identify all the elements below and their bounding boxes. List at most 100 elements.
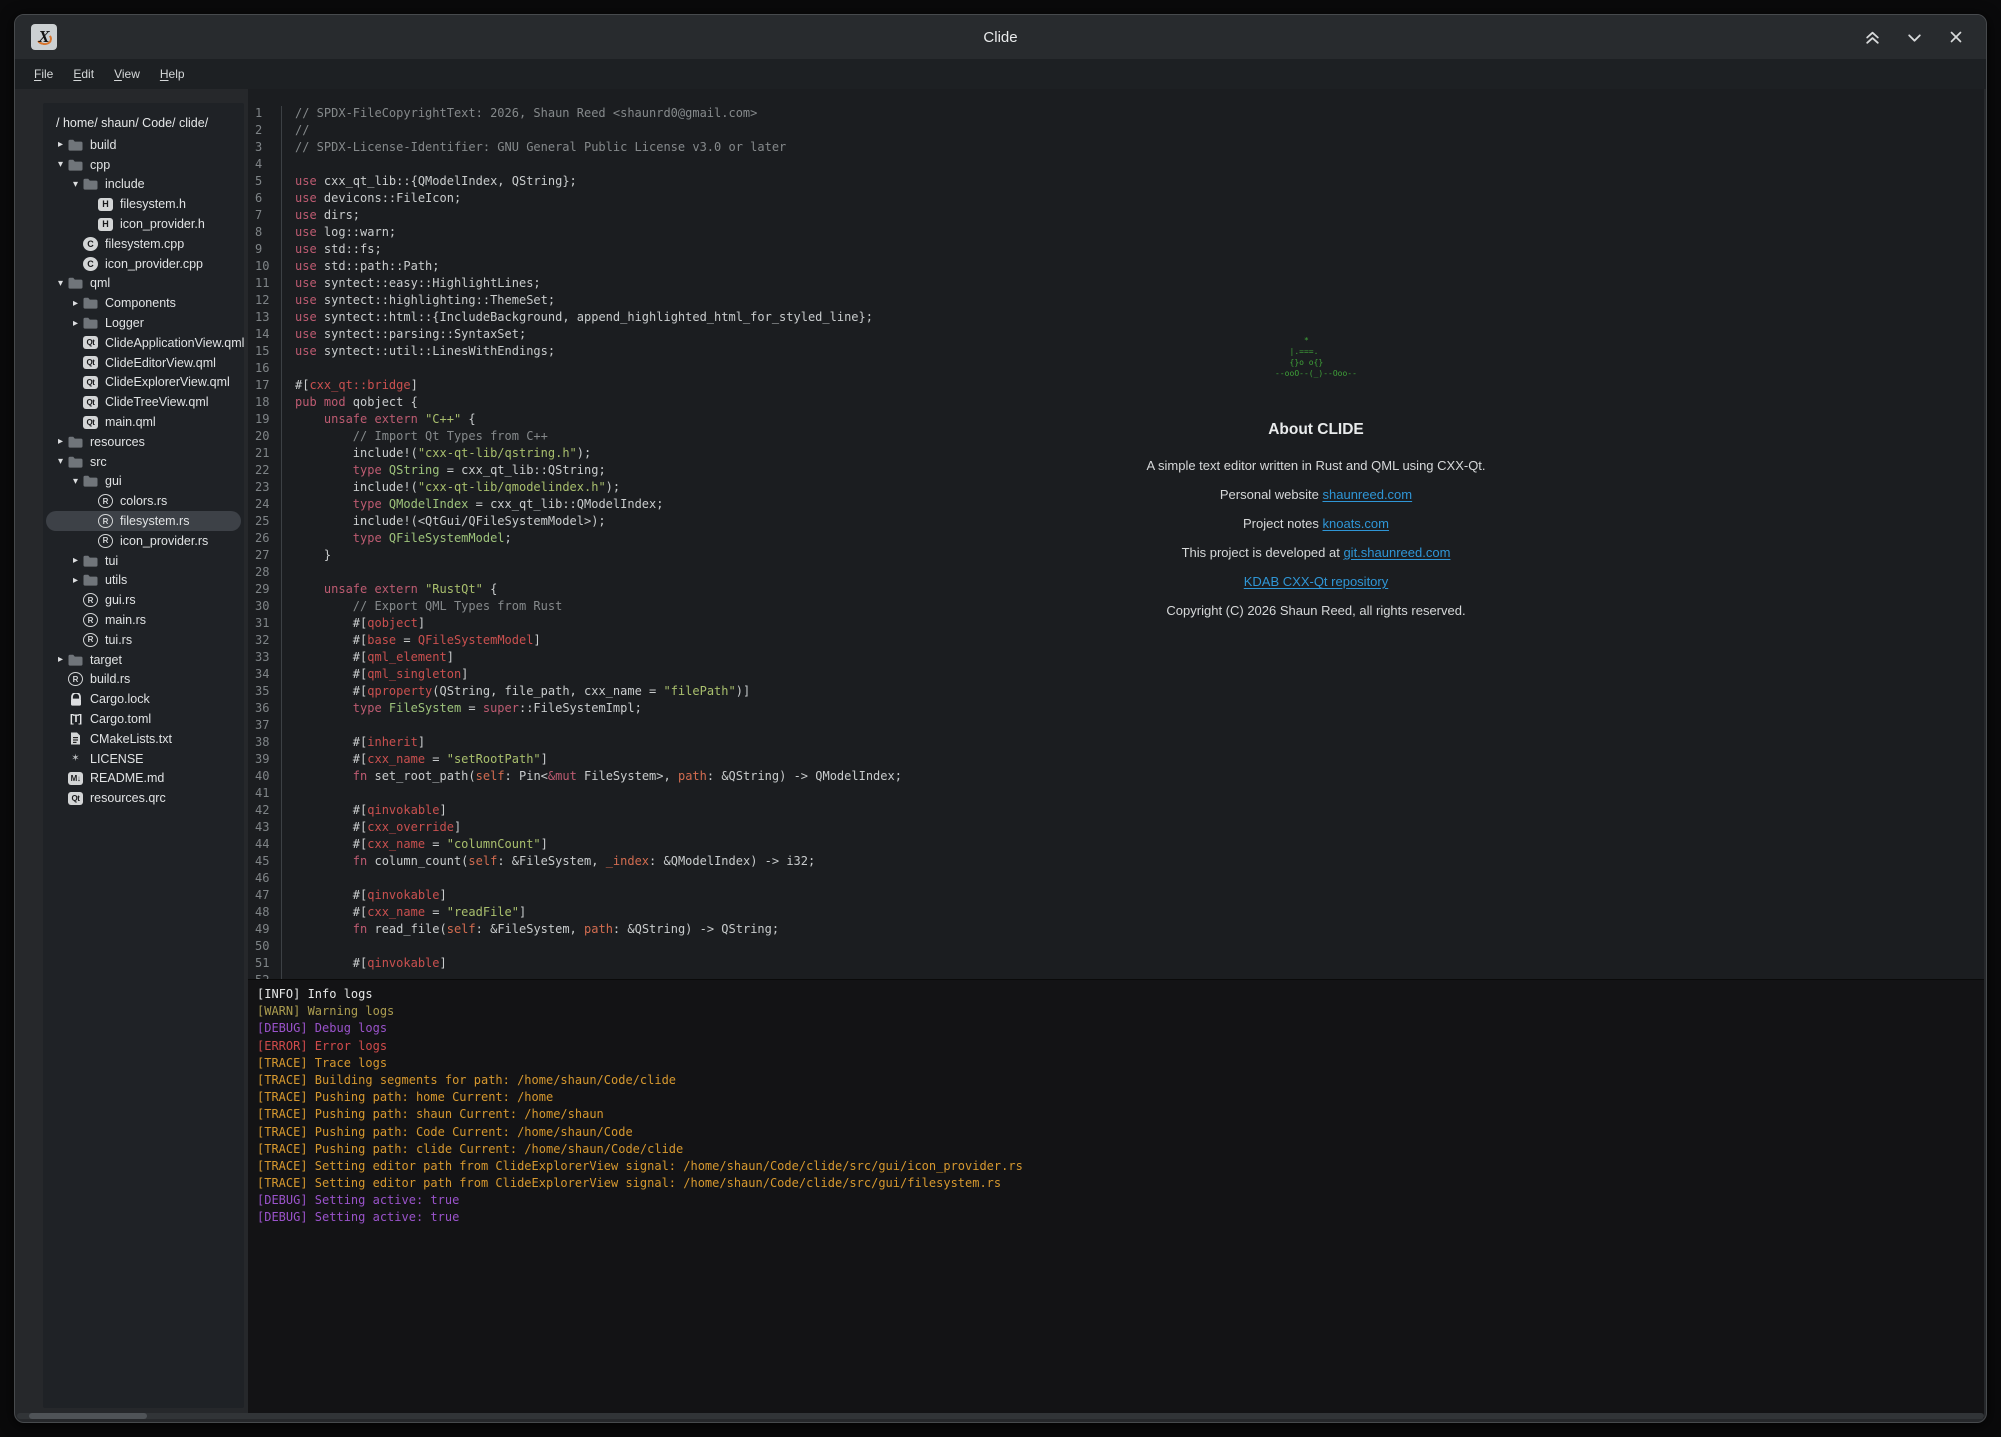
code-line-1: 1// SPDX-FileCopyrightText: 2026, Shaun … xyxy=(248,106,1984,123)
double-chevron-up-icon xyxy=(1864,30,1881,45)
header-file-icon: H xyxy=(98,198,113,211)
tree-item-label: build xyxy=(90,138,116,152)
minimize-button[interactable] xyxy=(1900,23,1928,51)
tree-item-label: ClideApplicationView.qml xyxy=(105,336,244,350)
tree-item-components[interactable]: ▸Components xyxy=(43,293,244,313)
tree-item-src[interactable]: ▾src xyxy=(43,452,244,472)
close-button[interactable] xyxy=(1942,23,1970,51)
chevron-down-icon: ▾ xyxy=(53,159,68,170)
about-text-line: Project notes knoats.com xyxy=(1046,509,1586,538)
code-line-13: 13use syntect::html::{IncludeBackground,… xyxy=(248,310,1984,327)
tree-item-license[interactable]: ✶LICENSE xyxy=(43,749,244,769)
tree-item-label: colors.rs xyxy=(120,494,167,508)
tree-item-readme.md[interactable]: M↓README.md xyxy=(43,769,244,789)
tree-item-cargo.lock[interactable]: Cargo.lock xyxy=(43,689,244,709)
tree-item-build[interactable]: ▸build xyxy=(43,135,244,155)
tree-item-label: ClideExplorerView.qml xyxy=(105,375,230,389)
line-number: 52 xyxy=(248,973,282,979)
code-line-4: 4 xyxy=(248,157,1984,174)
tree-item-cargo.toml[interactable]: [T] Cargo.toml xyxy=(43,709,244,729)
code-line-7: 7use dirs; xyxy=(248,208,1984,225)
code-line-8: 8use log::warn; xyxy=(248,225,1984,242)
line-number: 15 xyxy=(248,344,282,361)
tree-item-label: LICENSE xyxy=(90,752,144,766)
tree-item-resources.qrc[interactable]: Qtresources.qrc xyxy=(43,788,244,808)
tree-item-label: gui xyxy=(105,474,122,488)
menu-view[interactable]: View xyxy=(105,64,149,84)
code-line-51: 51 #[qinvokable] xyxy=(248,956,1984,973)
tree-item-clideexplorerview.qml[interactable]: QtClideExplorerView.qml xyxy=(43,373,244,393)
tree-item-cpp[interactable]: ▾cpp xyxy=(43,155,244,175)
tree-item-gui.rs[interactable]: Rgui.rs xyxy=(43,590,244,610)
tree-item-qml[interactable]: ▾qml xyxy=(43,274,244,294)
line-number: 17 xyxy=(248,378,282,395)
tree-item-icon-provider.h[interactable]: Hicon_provider.h xyxy=(43,214,244,234)
tree-item-label: filesystem.cpp xyxy=(105,237,184,251)
tree-item-cmakelists.txt[interactable]: CMakeLists.txt xyxy=(43,729,244,749)
tree-item-build.rs[interactable]: Rbuild.rs xyxy=(43,670,244,690)
tree-item-resources[interactable]: ▸resources xyxy=(43,432,244,452)
tree-item-colors.rs[interactable]: Rcolors.rs xyxy=(43,491,244,511)
tree-item-label: resources xyxy=(90,435,145,449)
code-line-5: 5use cxx_qt_lib::{QModelIndex, QString}; xyxy=(248,174,1984,191)
chevron-right-icon: ▸ xyxy=(68,298,83,309)
tree-item-include[interactable]: ▾include xyxy=(43,175,244,195)
link-kdab-cxx-qt-repository[interactable]: KDAB CXX-Qt repository xyxy=(1244,574,1389,589)
code-line-40: 40 fn set_root_path(self: Pin<&mut FileS… xyxy=(248,769,1984,786)
tree-item-clideapplicationview.qml[interactable]: QtClideApplicationView.qml xyxy=(43,333,244,353)
tree-item-utils[interactable]: ▸utils xyxy=(43,571,244,591)
line-number: 8 xyxy=(248,225,282,242)
app-window: X Clide FileEditViewHelp / home/ shaun/ … xyxy=(14,14,1987,1423)
menu-file[interactable]: File xyxy=(25,64,62,84)
menu-help[interactable]: Help xyxy=(151,64,194,84)
menu-edit[interactable]: Edit xyxy=(64,64,103,84)
folder-icon xyxy=(83,574,98,586)
folder-icon xyxy=(68,654,83,666)
folder-icon xyxy=(83,178,98,190)
line-number: 24 xyxy=(248,497,282,514)
tree-item-filesystem.cpp[interactable]: Cfilesystem.cpp xyxy=(43,234,244,254)
main-column: 1// SPDX-FileCopyrightText: 2026, Shaun … xyxy=(248,89,1984,1418)
rust-file-icon: R xyxy=(83,613,98,627)
qt-file-icon: Qt xyxy=(83,396,98,409)
tree-item-logger[interactable]: ▸Logger xyxy=(43,313,244,333)
desktop-background: X Clide FileEditViewHelp / home/ shaun/ … xyxy=(0,0,2001,1437)
tree-item-icon-provider.cpp[interactable]: Cicon_provider.cpp xyxy=(43,254,244,274)
code-line-35: 35 #[qproperty(QString, file_path, cxx_n… xyxy=(248,684,1984,701)
title-bar[interactable]: X Clide xyxy=(15,15,1986,59)
tree-item-filesystem.h[interactable]: Hfilesystem.h xyxy=(43,194,244,214)
tree-item-gui[interactable]: ▾gui xyxy=(43,472,244,492)
folder-icon xyxy=(83,317,98,329)
tree-item-clideeditorview.qml[interactable]: QtClideEditorView.qml xyxy=(43,353,244,373)
shade-button[interactable] xyxy=(1858,23,1886,51)
line-number: 41 xyxy=(248,786,282,803)
log-console[interactable]: [INFO] Info logs[WARN] Warning logs[DEBU… xyxy=(248,979,1984,1418)
log-line-debug: [DEBUG] Setting active: true xyxy=(257,1210,1975,1227)
code-editor[interactable]: 1// SPDX-FileCopyrightText: 2026, Shaun … xyxy=(248,89,1984,979)
horizontal-scrollbar[interactable] xyxy=(17,1413,1984,1419)
line-number: 38 xyxy=(248,735,282,752)
tree-item-target[interactable]: ▸target xyxy=(43,650,244,670)
tree-item-icon-provider.rs[interactable]: Ricon_provider.rs xyxy=(43,531,244,551)
cpp-file-icon: C xyxy=(83,237,98,251)
line-number: 36 xyxy=(248,701,282,718)
line-number: 9 xyxy=(248,242,282,259)
link-git.shaunreed.com[interactable]: git.shaunreed.com xyxy=(1343,545,1450,560)
tree-item-clidetreeview.qml[interactable]: QtClideTreeView.qml xyxy=(43,392,244,412)
code-line-11: 11use syntect::easy::HighlightLines; xyxy=(248,276,1984,293)
line-number: 4 xyxy=(248,157,282,174)
tree-item-filesystem.rs[interactable]: Rfilesystem.rs xyxy=(43,511,244,531)
link-knoats.com[interactable]: knoats.com xyxy=(1323,516,1389,531)
tree-item-main.qml[interactable]: Qtmain.qml xyxy=(43,412,244,432)
tree-item-label: Cargo.toml xyxy=(90,712,151,726)
lock-icon xyxy=(68,693,83,706)
scrollbar-thumb[interactable] xyxy=(29,1413,147,1419)
link-shaunreed.com[interactable]: shaunreed.com xyxy=(1323,487,1413,502)
tree-item-tui.rs[interactable]: Rtui.rs xyxy=(43,630,244,650)
toml-file-icon: [T] xyxy=(68,713,83,725)
code-line-48: 48 #[cxx_name = "readFile"] xyxy=(248,905,1984,922)
tree-item-main.rs[interactable]: Rmain.rs xyxy=(43,610,244,630)
tree-item-label: README.md xyxy=(90,771,164,785)
tree-item-tui[interactable]: ▸tui xyxy=(43,551,244,571)
code-line-49: 49 fn read_file(self: &FileSystem, path:… xyxy=(248,922,1984,939)
